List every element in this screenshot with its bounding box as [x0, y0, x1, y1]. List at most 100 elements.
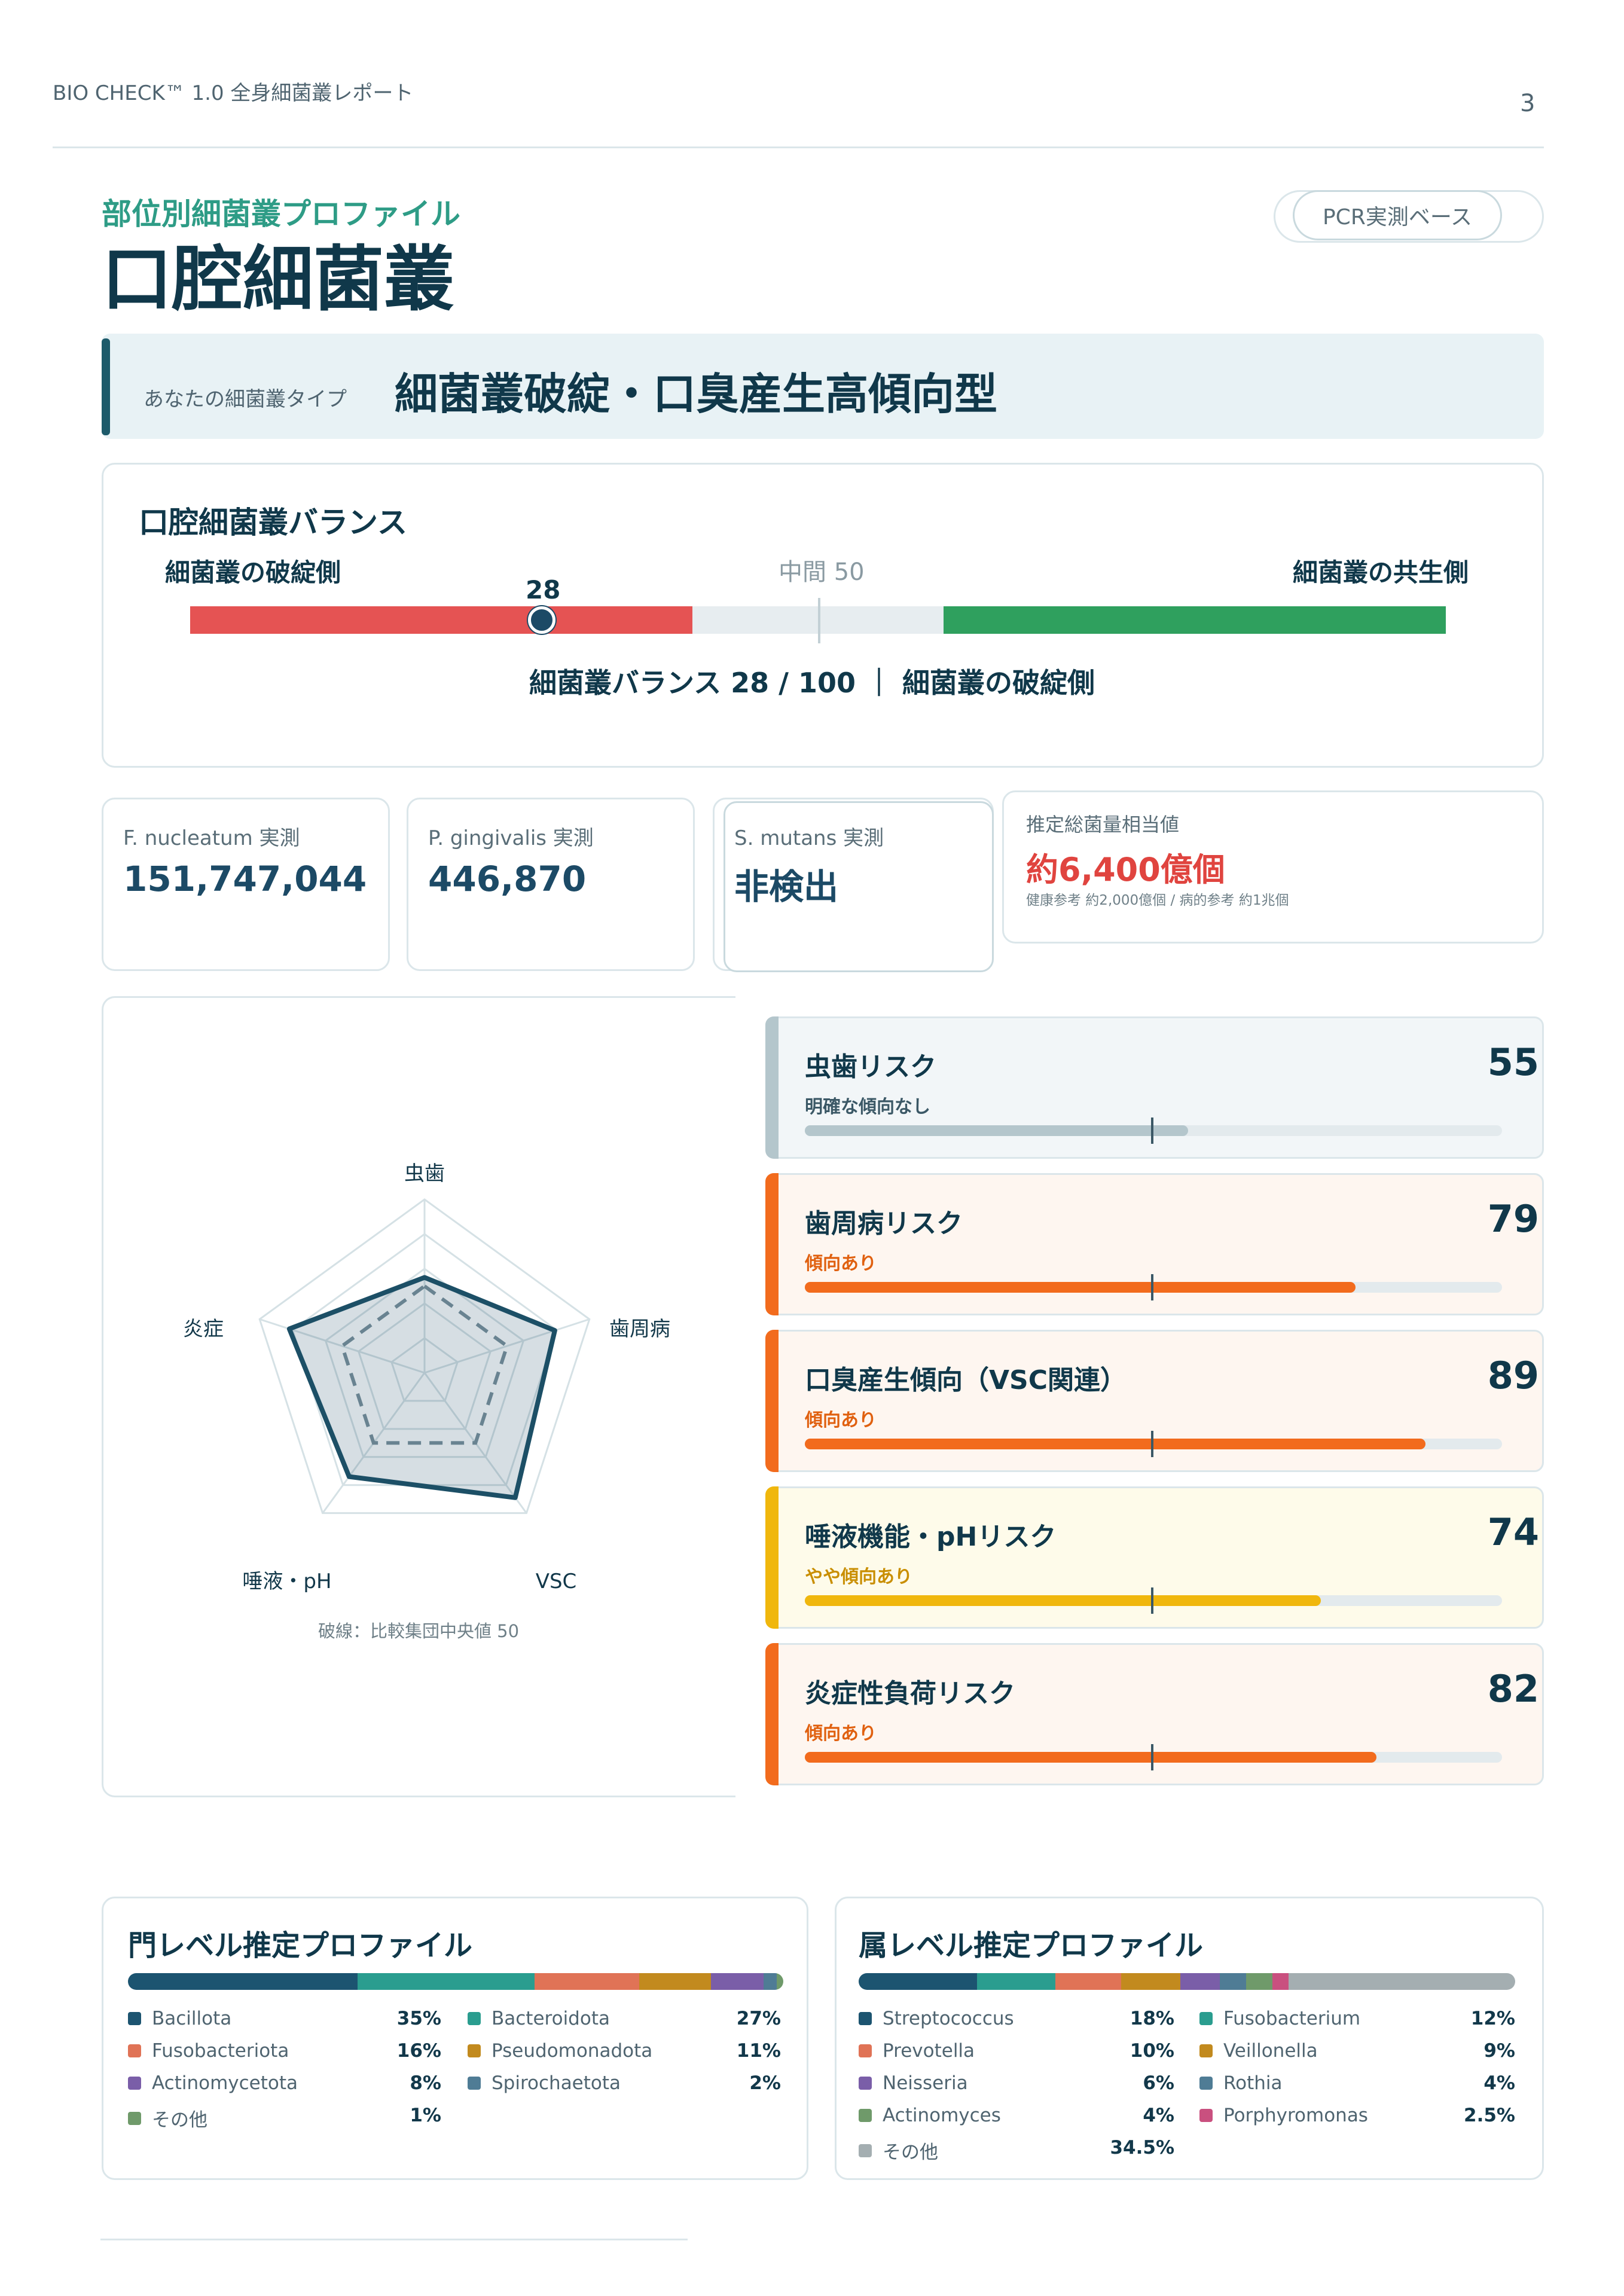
estimate-value: 約6,400億個: [1026, 851, 1225, 889]
legend-percent: 10%: [1130, 2040, 1174, 2062]
risk-bar-median-marker: [1151, 1744, 1153, 1770]
genus-legend-item: Streptococcus: [859, 2008, 1014, 2029]
genus-bar-segment: [1246, 1973, 1272, 1990]
footer-divider: [100, 2239, 688, 2240]
legend-swatch: [468, 2012, 481, 2025]
genus-legend-item: その他: [859, 2137, 938, 2164]
radar-axis-label: 唾液・pH: [242, 1570, 331, 1593]
genus-bar-segment: [859, 1973, 977, 1990]
legend-percent: 34.5%: [1110, 2137, 1174, 2158]
risk-card: [765, 1486, 1544, 1629]
risk-bar-median-marker: [1151, 1587, 1153, 1614]
balance-mid-label: 中間 50: [779, 558, 865, 586]
type-band-accent: [102, 338, 110, 435]
legend-name: Actinomyces: [883, 2105, 1001, 2126]
legend-name: その他: [152, 2109, 207, 2131]
risk-tendency: 傾向あり: [805, 1723, 877, 1744]
legend-percent: 11%: [736, 2040, 781, 2062]
genus-legend-item: Veillonella: [1199, 2040, 1318, 2062]
risk-bar-median-marker: [1151, 1431, 1153, 1457]
phylum-legend-item: Actinomycetota: [128, 2072, 298, 2094]
balance-score-label: 28: [526, 575, 561, 604]
genus-bar-segment: [1121, 1973, 1180, 1990]
legend-name: Spirochaetota: [492, 2072, 621, 2094]
risk-card: [765, 1016, 1544, 1159]
risk-card: [765, 1643, 1544, 1785]
type-label: あなたの細菌叢タイプ: [144, 387, 347, 411]
legend-swatch: [128, 2012, 141, 2025]
legend-percent: 9%: [1483, 2040, 1515, 2062]
page-number: 3: [1520, 90, 1536, 117]
type-value: 細菌叢破綻・口臭産生高傾向型: [395, 369, 998, 419]
risk-bar-median-marker: [1151, 1118, 1153, 1144]
risk-bar-median-marker: [1151, 1274, 1153, 1300]
legend-swatch: [859, 2144, 872, 2157]
genus-legend-item: Fusobacterium: [1199, 2008, 1360, 2029]
risk-card-accent: [765, 1173, 779, 1315]
legend-percent: 1%: [410, 2105, 441, 2126]
legend-percent: 6%: [1143, 2072, 1174, 2094]
legend-percent: 18%: [1130, 2008, 1174, 2029]
genus-bar-segment: [1055, 1973, 1122, 1990]
radar-axis-label: 歯周病: [609, 1317, 670, 1341]
risk-score: 82: [1487, 1667, 1539, 1711]
legend-swatch: [859, 2012, 872, 2025]
balance-mid-marker: [818, 598, 820, 643]
legend-name: Prevotella: [883, 2040, 975, 2062]
radar-axis-label: 炎症: [183, 1317, 224, 1341]
risk-card-accent: [765, 1016, 779, 1159]
risk-title: 炎症性負荷リスク: [805, 1678, 1015, 1709]
risk-card-accent: [765, 1330, 779, 1472]
legend-name: Bacillota: [152, 2008, 232, 2029]
legend-swatch: [128, 2044, 141, 2057]
legend-swatch: [1199, 2109, 1213, 2122]
phylum-legend-item: その他: [128, 2105, 207, 2132]
genus-legend-item: Neisseria: [859, 2072, 968, 2094]
risk-bar-fill: [805, 1752, 1376, 1763]
genus-stacked-bar: [859, 1973, 1515, 1990]
legend-name: Neisseria: [883, 2072, 968, 2094]
legend-swatch: [859, 2077, 872, 2090]
risk-title: 虫歯リスク: [805, 1052, 936, 1082]
risk-score: 89: [1487, 1354, 1539, 1397]
legend-name: Streptococcus: [883, 2008, 1014, 2029]
legend-percent: 27%: [736, 2008, 781, 2029]
risk-title: 歯周病リスク: [805, 1208, 963, 1239]
risk-tendency: 傾向あり: [805, 1410, 877, 1431]
radar-axis-label: 虫歯: [404, 1162, 445, 1186]
estimate-label: 推定総菌量相当値: [1026, 813, 1180, 836]
legend-percent: 35%: [396, 2008, 441, 2029]
legend-swatch: [468, 2077, 481, 2090]
metric-label: P. gingivalis 実測: [428, 826, 594, 850]
risk-bar-fill: [805, 1595, 1321, 1606]
metric-value: 非検出: [734, 866, 839, 907]
risk-title: 口臭産生傾向（VSC関連）: [805, 1365, 1127, 1396]
phylum-bar-segment: [357, 1973, 535, 1990]
balance-right-label: 細菌叢の共生側: [1293, 558, 1469, 587]
legend-name: Bacteroidota: [492, 2008, 610, 2029]
phylum-stacked-bar: [128, 1973, 783, 1990]
phylum-legend-item: Bacteroidota: [468, 2008, 610, 2029]
risk-card-accent: [765, 1486, 779, 1629]
legend-name: Porphyromonas: [1223, 2105, 1368, 2126]
legend-swatch: [1199, 2012, 1213, 2025]
risk-card: [765, 1330, 1544, 1472]
legend-percent: 4%: [1483, 2072, 1515, 2094]
radar-value-polygon: [286, 1275, 557, 1500]
genus-profile-title: 属レベル推定プロファイル: [859, 1929, 1204, 1962]
risk-score: 74: [1487, 1510, 1539, 1554]
estimate-note: 健康参考 約2,000億個 / 病的参考 約1兆個: [1026, 893, 1289, 908]
legend-swatch: [468, 2044, 481, 2057]
legend-swatch: [859, 2044, 872, 2057]
phylum-legend-item: Bacillota: [128, 2008, 231, 2029]
section-kicker: 部位別細菌叢プロファイル: [102, 197, 460, 231]
legend-percent: 2%: [749, 2072, 781, 2094]
risk-score: 55: [1487, 1040, 1539, 1084]
report-header-title: BIO CHECK™ 1.0 全身細菌叢レポート: [53, 81, 414, 105]
legend-swatch: [859, 2109, 872, 2122]
balance-dysbiosis-segment: [190, 606, 692, 634]
metric-label: F. nucleatum 実測: [123, 826, 300, 850]
legend-percent: 12%: [1470, 2008, 1515, 2029]
risk-card: [765, 1173, 1544, 1315]
balance-title: 口腔細菌叢バランス: [139, 505, 407, 540]
